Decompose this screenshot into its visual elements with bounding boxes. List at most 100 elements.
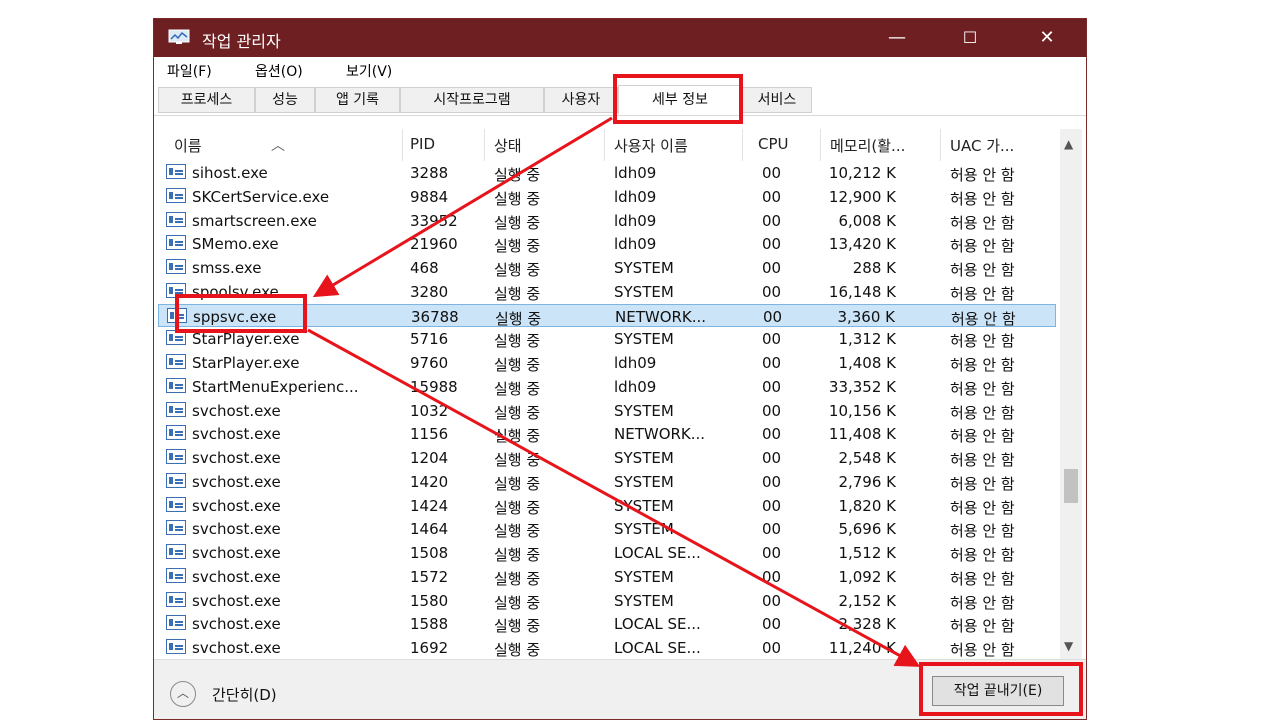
cell-name: smss.exe — [192, 259, 262, 277]
column-divider[interactable] — [484, 129, 485, 161]
column-divider[interactable] — [820, 129, 821, 161]
details-table: ︿ 이름 PID 상태 사용자 이름 CPU 메모리(활... UAC 가...… — [158, 129, 1082, 660]
table-row[interactable]: svchost.exe 1580 실행 중 SYSTEM 00 2,152 K 허용 안 함 — [158, 589, 1056, 613]
cell-status: 실행 중 — [494, 474, 541, 493]
process-icon — [166, 639, 186, 654]
cell-user: SYSTEM — [614, 472, 674, 491]
cell-user: SYSTEM — [614, 591, 674, 610]
cell-pid: 1420 — [410, 472, 449, 491]
table-row[interactable]: svchost.exe 1032 실행 중 SYSTEM 00 10,156 K 허용 안 … — [158, 399, 1056, 423]
table-row[interactable]: smss.exe 468 실행 중 SYSTEM 00 288 K 허용 안 함 — [158, 256, 1056, 280]
table-row[interactable]: svchost.exe 1420 실행 중 SYSTEM 00 2,796 K 허용 안 함 — [158, 470, 1056, 494]
maximize-button[interactable]: ☐ — [947, 19, 993, 57]
table-row[interactable]: svchost.exe 1464 실행 중 SYSTEM 00 5,696 K 허용 안 함 — [158, 517, 1056, 541]
menu-view[interactable]: 보기(V) — [346, 61, 392, 81]
cell-uac: 허용 안 함 — [950, 213, 1015, 232]
menu-options[interactable]: 옵션(O) — [255, 61, 303, 81]
cell-memory: 1,820 K — [838, 496, 896, 515]
col-uac[interactable]: UAC 가... — [950, 135, 1014, 156]
table-row-selected[interactable]: sppsvc.exe 36788 실행 중 NETWORK... 00 3,360 K 허용… — [158, 303, 1056, 328]
end-task-button[interactable]: 작업 끝내기(E) — [932, 676, 1064, 706]
table-row[interactable]: SMemo.exe 21960 실행 중 ldh09 00 13,420 K 허용 안 함 — [158, 232, 1056, 256]
col-status[interactable]: 상태 — [494, 135, 522, 156]
cell-pid: 5716 — [410, 330, 449, 349]
tab-users[interactable]: 사용자 — [544, 87, 618, 113]
scroll-down-icon[interactable]: ▼ — [1064, 639, 1073, 653]
cell-status: 실행 중 — [494, 166, 541, 184]
process-icon — [166, 591, 186, 607]
fewer-details-link[interactable]: 간단히(D) — [212, 684, 277, 705]
cell-user: SYSTEM — [614, 567, 674, 586]
cell-name: svchost.exe — [192, 449, 281, 467]
table-row[interactable]: svchost.exe 1508 실행 중 LOCAL SE... 00 1,512 K 허… — [158, 541, 1056, 565]
col-cpu[interactable]: CPU — [758, 135, 789, 153]
close-button[interactable]: ✕ — [1024, 19, 1070, 57]
table-row[interactable]: svchost.exe 1692 실행 중 LOCAL SE... 00 11,240 K… — [158, 636, 1056, 660]
cell-name: svchost.exe — [192, 639, 281, 657]
cell-status: 실행 중 — [494, 546, 541, 564]
column-divider[interactable] — [742, 129, 743, 161]
title-bar[interactable]: 작업 관리자 — ☐ ✕ — [154, 19, 1086, 57]
process-icon — [166, 567, 186, 583]
sort-ascending-icon: ︿ — [271, 138, 285, 154]
column-divider[interactable] — [940, 129, 941, 161]
menu-bar: 파일(F) 옵션(O) 보기(V) — [154, 57, 1086, 83]
tab-services[interactable]: 서비스 — [742, 87, 812, 113]
cell-pid: 9884 — [410, 187, 449, 206]
table-row[interactable]: smartscreen.exe 33952 실행 중 ldh09 00 6,008 K 허용… — [158, 209, 1056, 233]
cell-status: 실행 중 — [494, 641, 541, 659]
cell-memory: 16,148 K — [828, 282, 896, 301]
table-row[interactable]: StarPlayer.exe 5716 실행 중 SYSTEM 00 1,312 K 허용 … — [158, 327, 1056, 351]
tab-performance[interactable]: 성능 — [255, 87, 315, 113]
cell-cpu: 00 — [762, 591, 782, 610]
cell-memory: 5,696 K — [838, 520, 896, 539]
cell-uac: 허용 안 함 — [950, 641, 1015, 659]
scroll-up-icon[interactable]: ▲ — [1064, 137, 1073, 151]
table-row[interactable]: svchost.exe 1204 실행 중 SYSTEM 00 2,548 K 허용 안 함 — [158, 446, 1056, 470]
cell-name: svchost.exe — [192, 472, 281, 491]
col-name[interactable]: 이름 — [174, 135, 202, 156]
table-row[interactable]: SKCertService.exe 9884 실행 중 ldh09 00 12,900 K… — [158, 185, 1056, 209]
process-icon — [166, 187, 186, 203]
table-row[interactable]: sihost.exe 3288 실행 중 ldh09 00 10,212 K 허용 안 함 — [158, 161, 1056, 185]
cell-cpu: 00 — [762, 259, 782, 277]
table-row[interactable]: svchost.exe 1156 실행 중 NETWORK... 00 11,408 K 허… — [158, 422, 1056, 446]
cell-uac: 허용 안 함 — [950, 189, 1015, 208]
process-icon — [166, 544, 186, 559]
cell-name: sihost.exe — [192, 164, 268, 182]
menu-file[interactable]: 파일(F) — [167, 61, 212, 81]
fewer-details-icon[interactable]: ︿ — [170, 681, 196, 707]
table-row[interactable]: svchost.exe 1424 실행 중 SYSTEM 00 1,820 K 허용 안 함 — [158, 494, 1056, 518]
minimize-button[interactable]: — — [874, 19, 920, 57]
column-divider[interactable] — [604, 129, 605, 161]
cell-user: LOCAL SE... — [614, 615, 701, 634]
table-row[interactable]: StartMenuExperienc... 15988 실행 중 ldh09 00 33,… — [158, 375, 1056, 399]
tab-app-history[interactable]: 앱 기록 — [315, 87, 400, 113]
cell-memory: 13,420 K — [828, 235, 896, 254]
col-user[interactable]: 사용자 이름 — [614, 135, 688, 156]
cell-cpu: 00 — [762, 639, 782, 657]
col-pid[interactable]: PID — [410, 135, 435, 153]
col-memory[interactable]: 메모리(활... — [830, 135, 905, 156]
table-row[interactable]: spoolsv.exe 3280 실행 중 SYSTEM 00 16,148 K 허용 안 … — [158, 280, 1056, 304]
cell-cpu: 00 — [762, 544, 782, 562]
cell-pid: 1580 — [410, 591, 449, 610]
table-row[interactable]: svchost.exe 1572 실행 중 SYSTEM 00 1,092 K 허용 안 함 — [158, 565, 1056, 589]
process-icon — [166, 235, 186, 251]
cell-uac: 허용 안 함 — [950, 427, 1015, 446]
table-row[interactable]: StarPlayer.exe 9760 실행 중 ldh09 00 1,408 K 허용 안… — [158, 351, 1056, 375]
cell-cpu: 00 — [763, 307, 783, 326]
tab-startup[interactable]: 시작프로그램 — [400, 87, 544, 113]
cell-user: ldh09 — [614, 235, 657, 254]
tab-details[interactable]: 세부 정보 — [618, 85, 742, 115]
table-header: ︿ 이름 PID 상태 사용자 이름 CPU 메모리(활... UAC 가... — [158, 129, 1058, 161]
cell-uac: 허용 안 함 — [950, 332, 1015, 351]
scrollbar-thumb[interactable] — [1064, 469, 1078, 503]
column-divider[interactable] — [402, 129, 403, 161]
cell-uac: 허용 안 함 — [950, 546, 1015, 564]
cell-pid: 1204 — [410, 449, 449, 467]
vertical-scrollbar[interactable]: ▲ ▼ — [1060, 129, 1082, 659]
cell-cpu: 00 — [762, 615, 782, 634]
tab-processes[interactable]: 프로세스 — [158, 87, 255, 113]
table-row[interactable]: svchost.exe 1588 실행 중 LOCAL SE... 00 2,328 K 허… — [158, 612, 1056, 636]
